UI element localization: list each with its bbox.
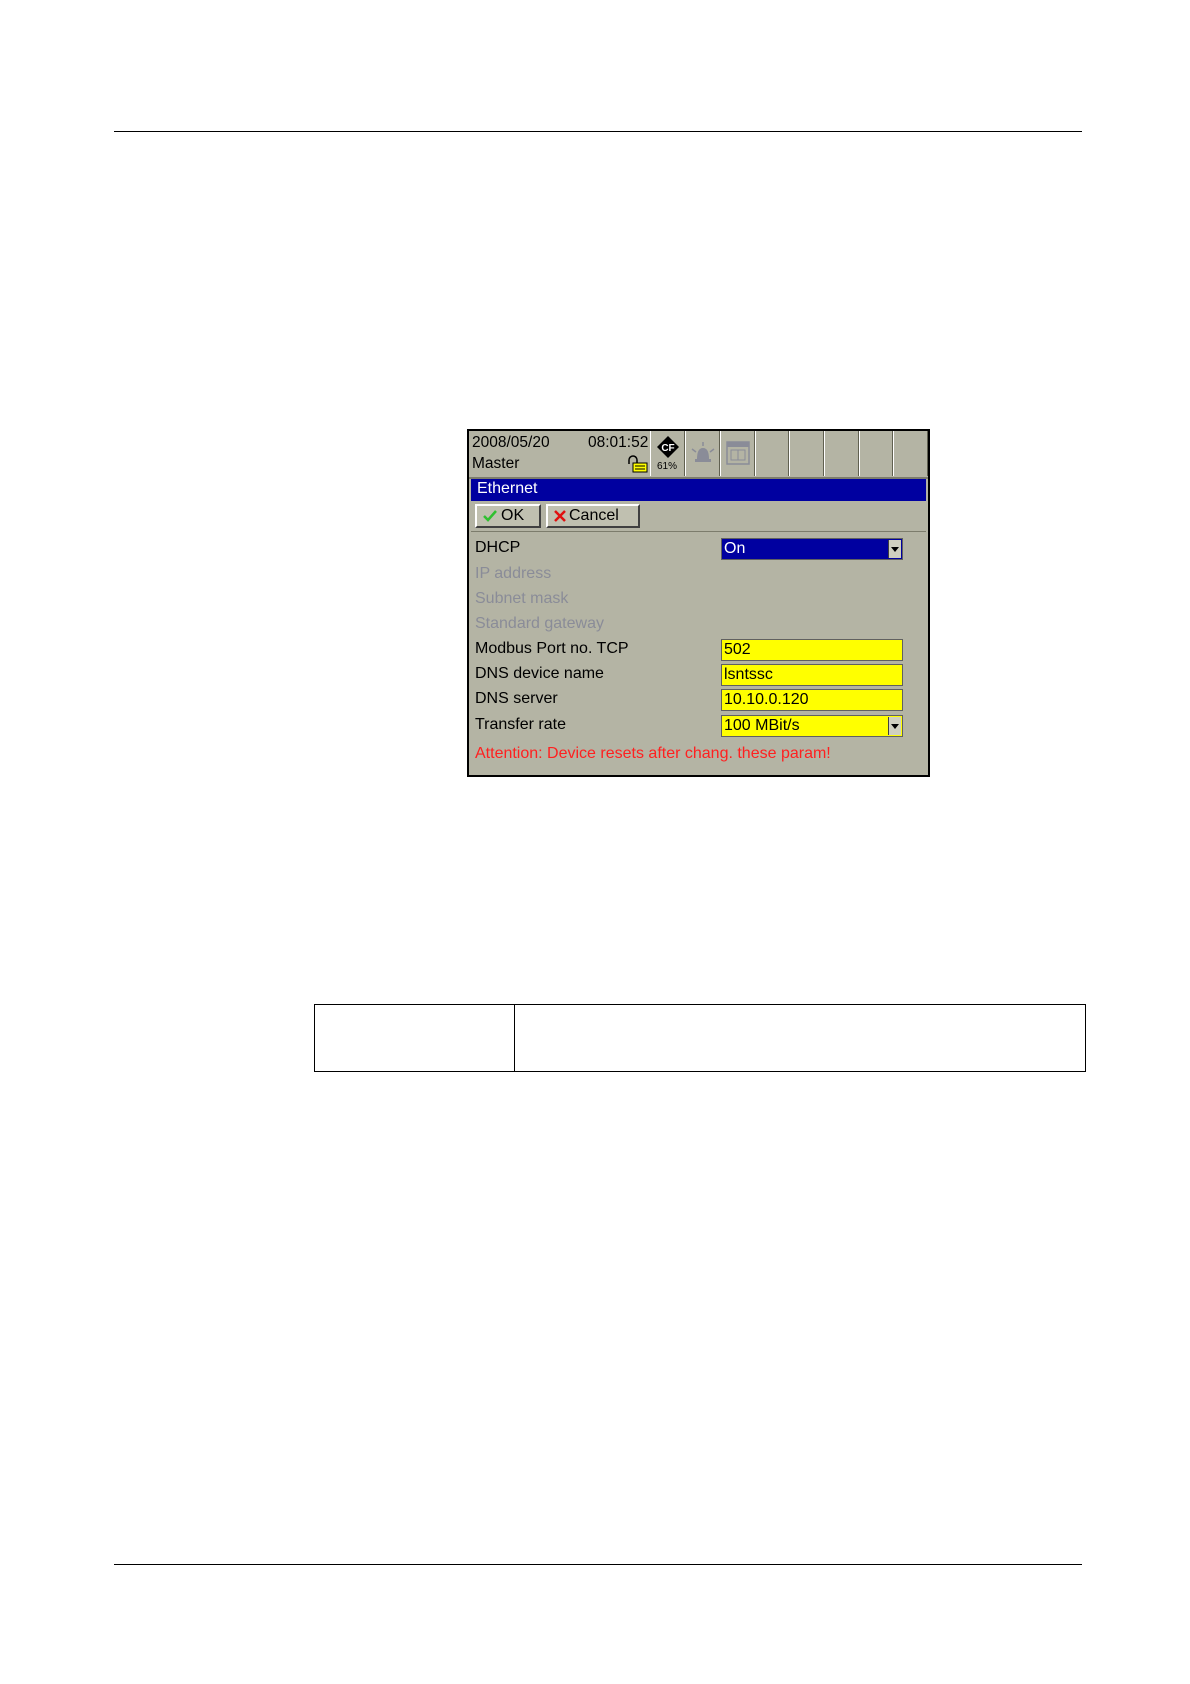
transfer-rate-value: 100 MBit/s [724,717,800,734]
warning-text: Attention: Device resets after chang. th… [475,745,831,762]
close-icon [554,510,566,522]
calendar-icon [726,441,750,465]
modbus-port-input[interactable]: 502 [721,639,903,661]
status-user: Master [472,455,520,472]
dialog-title: Ethernet [477,480,538,497]
table-divider [514,1005,515,1071]
cf-usage: 61% [657,461,678,472]
table-box [314,1004,1086,1072]
subnet-mask-label: Subnet mask [475,590,569,607]
ok-button[interactable]: OK [475,504,541,528]
device-screen: 2008/05/20 08:01:52 Master CF 61% Ethern… [467,429,930,777]
footer-rule [114,1564,1082,1565]
empty-cell-2 [789,431,824,476]
ok-label: OK [501,507,525,524]
toolbar-separator [471,531,926,532]
transfer-rate-select[interactable]: 100 MBit/s [721,715,903,737]
cf-card-icon: CF [657,436,679,458]
check-icon [483,510,497,522]
dns-device-name-value: lsntssc [724,666,773,683]
status-bar: 2008/05/20 08:01:52 Master CF 61% [469,431,928,479]
dhcp-label: DHCP [475,539,521,556]
status-time: 08:01:52 [588,434,649,451]
status-date: 2008/05/20 [472,434,550,451]
cancel-label: Cancel [569,507,619,524]
chevron-down-icon[interactable] [888,717,901,735]
empty-cell-4 [859,431,893,476]
modbus-port-value: 502 [724,641,751,658]
empty-cell-3 [824,431,859,476]
empty-cell-5 [893,431,928,476]
cancel-button[interactable]: Cancel [546,504,640,528]
dhcp-value: On [724,540,746,557]
unlock-icon [628,455,648,473]
dns-server-input[interactable]: 10.10.0.120 [721,689,903,711]
dns-server-value: 10.10.0.120 [724,691,809,708]
standard-gateway-label: Standard gateway [475,615,604,632]
dns-server-label: DNS server [475,690,558,707]
dhcp-select[interactable]: On [721,538,903,560]
cf-card-cell[interactable]: CF 61% [650,431,685,476]
transfer-rate-label: Transfer rate [475,716,566,733]
header-rule [114,131,1082,132]
calendar-cell[interactable] [720,431,755,476]
chevron-down-icon[interactable] [888,540,901,558]
dialog-title-bar: Ethernet [471,479,926,501]
ip-address-label: IP address [475,565,552,582]
dns-device-name-input[interactable]: lsntssc [721,664,903,686]
svg-text:CF: CF [661,443,674,454]
modbus-port-label: Modbus Port no. TCP [475,640,629,657]
alarm-cell[interactable] [685,431,720,476]
empty-cell-1 [755,431,789,476]
alarm-icon [691,442,715,462]
dns-device-name-label: DNS device name [475,665,604,682]
